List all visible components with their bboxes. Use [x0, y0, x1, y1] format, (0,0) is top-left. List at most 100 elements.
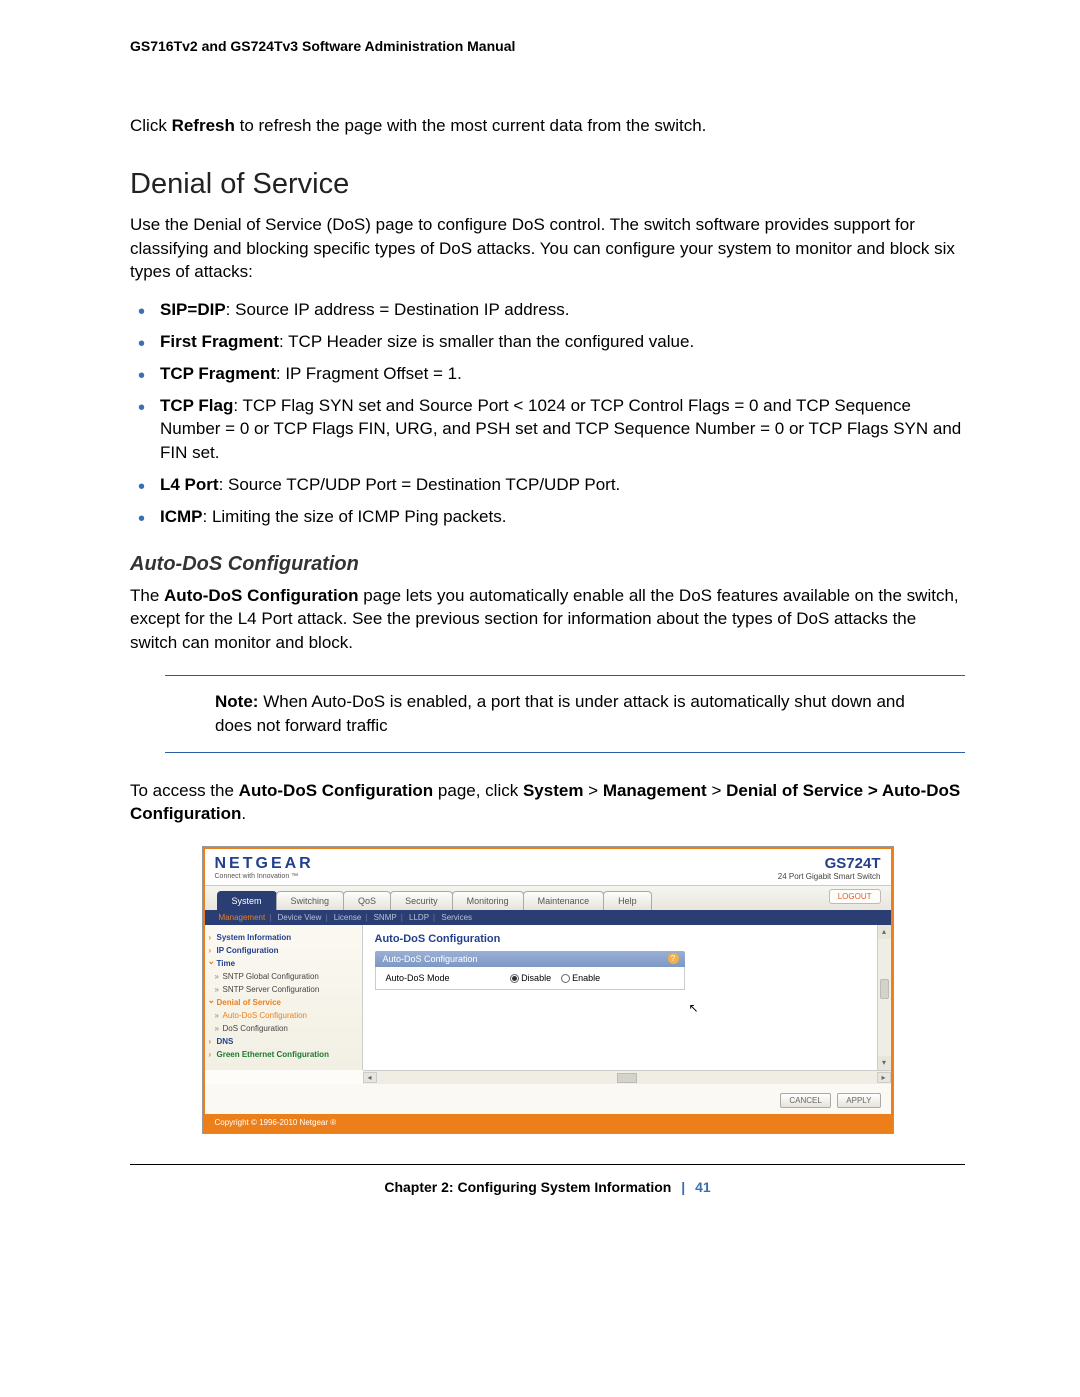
sidebar-dos[interactable]: Denial of Service: [211, 996, 358, 1009]
refresh-keyword: Refresh: [172, 116, 235, 135]
t: Management: [603, 781, 707, 800]
item-text: : Source IP address = Destination IP add…: [226, 300, 570, 319]
item-bold: First Fragment: [160, 332, 279, 351]
t: page, click: [433, 781, 523, 800]
horizontal-scrollbar[interactable]: ◂ ▸: [363, 1070, 891, 1084]
dos-list: SIP=DIP: Source IP address = Destination…: [130, 298, 965, 528]
list-item: SIP=DIP: Source IP address = Destination…: [160, 298, 965, 322]
sidebar-sntp-global[interactable]: SNTP Global Configuration: [211, 970, 358, 983]
item-text: : Source TCP/UDP Port = Destination TCP/…: [219, 475, 621, 494]
t: System: [523, 781, 583, 800]
panel-title: Auto-DoS Configuration: [375, 933, 879, 945]
main-panel: Auto-DoS Configuration Auto-DoS Configur…: [363, 925, 891, 1070]
subtab-services[interactable]: Services: [441, 913, 472, 922]
section-intro: Use the Denial of Service (DoS) page to …: [130, 213, 965, 284]
sidebar-ip-config[interactable]: IP Configuration: [211, 944, 358, 957]
tab-maintenance[interactable]: Maintenance: [523, 891, 605, 910]
list-item: TCP Fragment: IP Fragment Offset = 1.: [160, 362, 965, 386]
sidebar-dns[interactable]: DNS: [211, 1035, 358, 1048]
scroll-left-icon[interactable]: ◂: [363, 1072, 377, 1083]
sidebar-system-info[interactable]: System Information: [211, 931, 358, 944]
scroll-thumb[interactable]: [880, 979, 889, 999]
vertical-scrollbar[interactable]: ▴ ▾: [877, 925, 891, 1070]
radio-disable[interactable]: [510, 974, 519, 983]
config-bar: Auto-DoS Configuration ?: [375, 951, 685, 967]
scroll-up-icon[interactable]: ▴: [878, 925, 891, 939]
model-desc: 24 Port Gigabit Smart Switch: [778, 872, 881, 881]
config-bar-title: Auto-DoS Configuration: [383, 954, 478, 964]
sub-bold: Auto-DoS Configuration: [164, 586, 359, 605]
item-text: : TCP Flag SYN set and Source Port < 102…: [160, 396, 961, 463]
cancel-button[interactable]: CANCEL: [780, 1093, 830, 1108]
subtab-management[interactable]: Management: [219, 913, 266, 922]
note-text: When Auto-DoS is enabled, a port that is…: [215, 692, 905, 735]
sidebar-auto-dos[interactable]: Auto-DoS Configuration: [211, 1009, 358, 1022]
subtab-snmp[interactable]: SNMP: [374, 913, 397, 922]
tab-help[interactable]: Help: [603, 891, 652, 910]
item-text: : IP Fragment Offset = 1.: [276, 364, 462, 383]
subtab-lldp[interactable]: LLDP: [409, 913, 429, 922]
ss-body: System Information IP Configuration Time…: [205, 925, 891, 1070]
scroll-right-icon[interactable]: ▸: [877, 1072, 891, 1083]
intro-paragraph: Click Refresh to refresh the page with t…: [130, 114, 965, 138]
model-block: GS724T 24 Port Gigabit Smart Switch: [778, 855, 881, 881]
copyright-bar: Copyright © 1996-2010 Netgear ®: [205, 1114, 891, 1131]
footer-separator: |: [681, 1179, 685, 1195]
t: Auto-DoS Configuration: [239, 781, 434, 800]
page-header: GS716Tv2 and GS724Tv3 Software Administr…: [130, 38, 965, 54]
scroll-down-icon[interactable]: ▾: [878, 1056, 891, 1070]
tab-switching[interactable]: Switching: [276, 891, 345, 910]
radio-enable[interactable]: [561, 974, 570, 983]
item-text: : TCP Header size is smaller than the co…: [279, 332, 694, 351]
sidebar: System Information IP Configuration Time…: [205, 925, 363, 1070]
cursor-icon: ↖: [689, 1001, 699, 1015]
page-footer: Chapter 2: Configuring System Informatio…: [130, 1164, 965, 1195]
note-label: Note:: [215, 692, 258, 711]
t: >: [707, 781, 726, 800]
list-item: ICMP: Limiting the size of ICMP Ping pac…: [160, 505, 965, 529]
enable-label: Enable: [572, 973, 600, 983]
sub-tabs: Management| Device View| License| SNMP| …: [205, 910, 891, 925]
subsection-text: The Auto-DoS Configuration page lets you…: [130, 584, 965, 655]
ss-header: NETGEAR Connect with Innovation ™ GS724T…: [205, 849, 891, 886]
subtab-deviceview[interactable]: Device View: [278, 913, 322, 922]
item-bold: L4 Port: [160, 475, 219, 494]
section-heading-dos: Denial of Service: [130, 168, 965, 201]
logo-tagline: Connect with Innovation ™: [215, 873, 314, 880]
t: >: [583, 781, 602, 800]
tab-security[interactable]: Security: [390, 891, 453, 910]
list-item: TCP Flag: TCP Flag SYN set and Source Po…: [160, 394, 965, 465]
item-bold: ICMP: [160, 507, 203, 526]
embedded-screenshot: NETGEAR Connect with Innovation ™ GS724T…: [202, 846, 894, 1134]
tab-qos[interactable]: QoS: [343, 891, 391, 910]
t: .: [241, 804, 246, 823]
footer-buttons: CANCEL APPLY: [205, 1084, 891, 1114]
t: To access the: [130, 781, 239, 800]
model-name: GS724T: [778, 855, 881, 872]
tab-system[interactable]: System: [217, 891, 277, 910]
sidebar-dos-config[interactable]: DoS Configuration: [211, 1022, 358, 1035]
note-box: Note: When Auto-DoS is enabled, a port t…: [165, 675, 965, 753]
config-body: Auto-DoS Mode Disable Enable: [375, 967, 685, 990]
sidebar-green-ethernet[interactable]: Green Ethernet Configuration: [211, 1048, 358, 1061]
sidebar-time[interactable]: Time: [211, 957, 358, 970]
sub-prefix: The: [130, 586, 164, 605]
access-path: To access the Auto-DoS Configuration pag…: [130, 779, 965, 827]
apply-button[interactable]: APPLY: [837, 1093, 880, 1108]
intro-prefix: Click: [130, 116, 172, 135]
logout-button[interactable]: LOGOUT: [829, 889, 881, 904]
item-bold: SIP=DIP: [160, 300, 226, 319]
page-number: 41: [695, 1179, 711, 1195]
help-icon[interactable]: ?: [668, 953, 679, 964]
sidebar-sntp-server[interactable]: SNTP Server Configuration: [211, 983, 358, 996]
subsection-heading: Auto-DoS Configuration: [130, 553, 965, 576]
hscroll-thumb[interactable]: [617, 1073, 637, 1083]
auto-dos-mode-label: Auto-DoS Mode: [386, 973, 450, 983]
disable-label: Disable: [521, 973, 551, 983]
main-tabs: System Switching QoS Security Monitoring…: [205, 886, 891, 910]
netgear-logo: NETGEAR: [215, 855, 314, 873]
item-bold: TCP Fragment: [160, 364, 276, 383]
list-item: First Fragment: TCP Header size is small…: [160, 330, 965, 354]
subtab-license[interactable]: License: [334, 913, 362, 922]
tab-monitoring[interactable]: Monitoring: [452, 891, 524, 910]
